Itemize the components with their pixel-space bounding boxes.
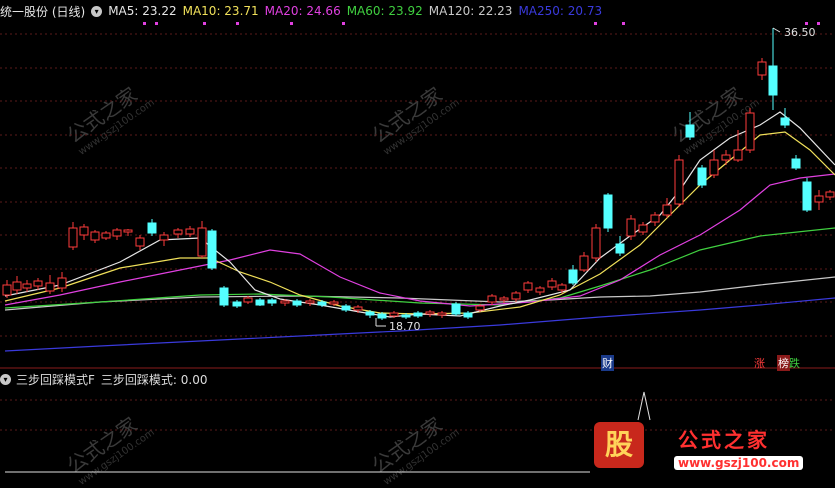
ma10-line — [4, 131, 835, 315]
logo-url: www.gszj100.com — [674, 456, 804, 470]
site-logo: 股 公式之家 www.gszj100.com — [590, 420, 835, 479]
candle-body — [463, 312, 473, 318]
candle-body — [305, 300, 315, 304]
candle-body — [232, 301, 242, 307]
candle-body — [389, 312, 399, 317]
candle-body — [57, 277, 67, 289]
low-price-label: 18.70 — [389, 320, 421, 333]
candle-body — [662, 204, 672, 216]
candle-body — [401, 314, 411, 318]
candle-body — [780, 117, 790, 126]
candle-body — [377, 313, 387, 319]
candle-body — [255, 299, 265, 306]
candle-body — [487, 295, 497, 303]
candle-body — [317, 301, 327, 306]
candle-body — [79, 226, 89, 236]
candle-body — [437, 312, 447, 316]
candle-body — [159, 234, 169, 241]
candle-body — [451, 303, 461, 315]
candle-body — [638, 224, 648, 233]
indicator-spike — [637, 391, 651, 421]
ma20-line — [4, 173, 835, 307]
ma5-line — [4, 111, 835, 318]
candle-body — [365, 311, 375, 316]
candle-body — [745, 112, 755, 151]
logo-title: 公式之家 — [678, 428, 770, 452]
candle-body — [511, 292, 521, 300]
candle-body — [147, 222, 157, 234]
signal-markers — [143, 22, 820, 25]
candle-body — [267, 299, 277, 304]
candle-body — [697, 167, 707, 186]
candle-body — [475, 305, 485, 311]
candle-body — [579, 255, 589, 271]
candle-body — [802, 181, 812, 211]
candle-body — [603, 194, 613, 229]
candle-body — [2, 284, 12, 296]
candle-body — [568, 269, 578, 284]
candle-body — [135, 237, 145, 247]
candle-body — [341, 305, 351, 311]
candle-body — [499, 297, 509, 301]
candle-body — [626, 218, 636, 237]
candle-body — [615, 243, 625, 254]
indicator-header: ▾ 三步回踩模式F 三步回踩模式: 0.00 — [0, 371, 207, 387]
ma120-line — [4, 276, 835, 311]
candle-body — [112, 229, 122, 237]
candle-body — [243, 297, 253, 303]
candle-body — [757, 61, 767, 76]
candle-body — [413, 312, 423, 317]
candle-body — [90, 231, 100, 241]
candle-body — [650, 214, 660, 223]
candle-body — [557, 284, 567, 291]
candle-body — [207, 230, 217, 269]
candle-body — [33, 280, 43, 287]
candle-body — [329, 301, 339, 305]
candle-body — [22, 283, 32, 289]
candle-body — [814, 195, 824, 203]
candle-body — [547, 280, 557, 288]
candle-body — [123, 229, 133, 233]
candle-body — [591, 227, 601, 259]
price-chart[interactable]: 36.50 18.70 — [0, 0, 835, 479]
candle-body — [825, 191, 835, 198]
candle-body — [674, 159, 684, 205]
candle-body — [523, 282, 533, 291]
candle-body — [425, 311, 435, 315]
ma60-line — [4, 227, 835, 309]
candle-body — [68, 227, 78, 248]
candle-body — [791, 158, 801, 169]
high-price-label: 36.50 — [784, 26, 816, 39]
candle-body — [280, 300, 290, 304]
candle-body — [185, 228, 195, 235]
indicator-value: 三步回踩模式: 0.00 — [100, 372, 208, 387]
tag-finance[interactable]: 财 — [601, 355, 614, 371]
tag-limit-up[interactable]: 涨 — [754, 355, 765, 371]
candle-body — [197, 227, 207, 257]
candle-body — [101, 232, 111, 239]
candle-body — [535, 287, 545, 293]
candle-body — [733, 149, 743, 161]
candlesticks — [2, 28, 835, 320]
tag-limit-down[interactable]: 跌 — [789, 355, 800, 371]
chevron-down-icon[interactable]: ▾ — [0, 373, 11, 385]
indicator-name: 三步回踩模式F — [16, 372, 95, 387]
candle-body — [685, 124, 695, 138]
candle-body — [353, 306, 363, 311]
candle-body — [173, 229, 183, 235]
candle-body — [45, 282, 55, 292]
logo-badge: 股 — [594, 422, 644, 468]
candle-body — [12, 281, 22, 291]
candle-body — [721, 154, 731, 161]
candle-body — [219, 287, 229, 306]
candle-body — [709, 159, 719, 176]
candle-body — [292, 300, 302, 306]
